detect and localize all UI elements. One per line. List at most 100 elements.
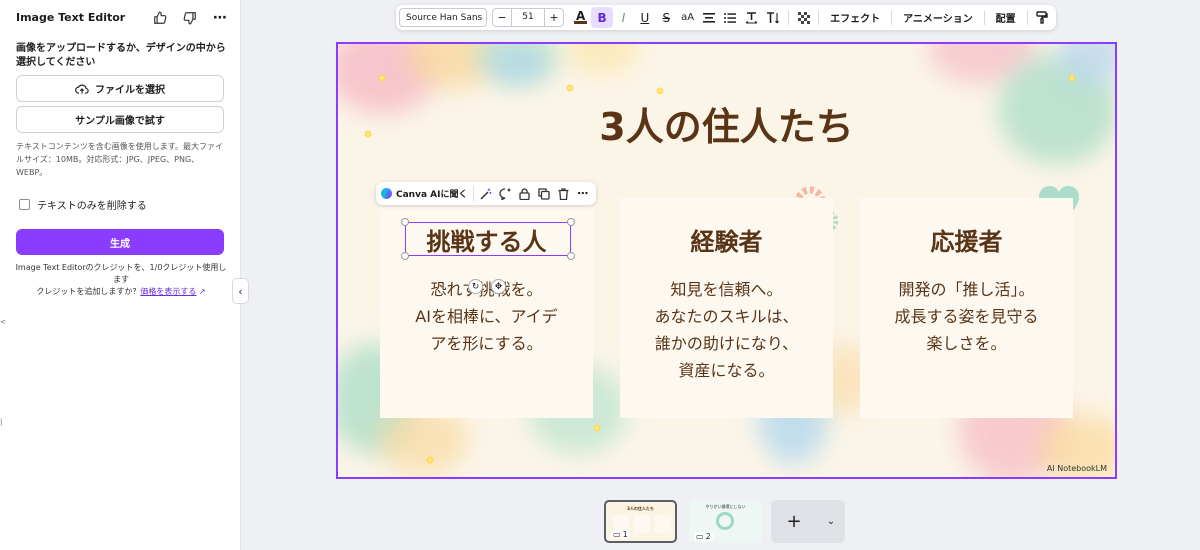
watercolor-decoration: [488, 44, 548, 84]
choose-file-button[interactable]: ファイルを選択: [16, 75, 224, 102]
page-thumbnail[interactable]: 3人の住人たち ▭ 1: [604, 500, 677, 543]
card-body[interactable]: 知見を信頼へ。 あなたのスキルは、 誰かの助けになり、 資産になる。: [620, 276, 833, 384]
card-heading[interactable]: 応援者: [860, 222, 1073, 257]
resize-handle[interactable]: [567, 252, 575, 260]
font-size-increase-button[interactable]: +: [545, 11, 563, 24]
toolbar-divider: [818, 10, 820, 25]
resize-handle[interactable]: [567, 218, 575, 226]
panel-actions: ⋯: [150, 8, 230, 28]
transparency-icon[interactable]: [793, 7, 814, 28]
text-selection-box[interactable]: [405, 222, 571, 256]
card-body[interactable]: 開発の「推し活」。 成長する姿を見守る 楽しさを。: [860, 276, 1073, 357]
collapse-panel-button[interactable]: ‹: [232, 278, 249, 304]
slide-title[interactable]: 3人の住人たち: [338, 96, 1115, 151]
sparkle-decoration: [378, 74, 386, 82]
credit-add-text: クレジットを追加しますか？: [36, 287, 141, 296]
resize-handle[interactable]: [401, 218, 409, 226]
rotate-handle[interactable]: ↻: [468, 279, 483, 294]
panel-title: Image Text Editor: [16, 11, 126, 24]
watercolor-decoration: [568, 44, 638, 74]
font-size-decrease-button[interactable]: −: [493, 11, 511, 24]
thumbnail-title: やりがい循環にしない: [705, 504, 746, 509]
card-body-line: AIを相棒に、アイデ: [415, 307, 558, 326]
strikethrough-icon[interactable]: S: [656, 7, 677, 28]
image-text-editor-panel: Image Text Editor ⋯ 画像をアップロードするか、デザインの中か…: [0, 0, 241, 550]
upload-prompt: 画像をアップロードするか、デザインの中から選択してください: [16, 43, 226, 68]
edge-fragment: <: [0, 318, 5, 326]
card-body-line: 資産になる。: [678, 361, 775, 380]
bold-icon[interactable]: B: [591, 7, 613, 28]
chevron-down-icon[interactable]: ⌄: [817, 516, 845, 527]
vertical-text-icon[interactable]: [763, 7, 784, 28]
comment-icon: ▭: [696, 532, 704, 541]
card-body-line: 恐れず挑戦を。: [430, 280, 543, 299]
more-options-icon[interactable]: ⋯: [210, 8, 230, 28]
list-icon[interactable]: [720, 7, 741, 28]
animation-button[interactable]: アニメーション: [896, 10, 980, 25]
letter-case-icon[interactable]: aA: [677, 7, 698, 28]
canva-ai-icon: [381, 188, 392, 199]
card-supporter[interactable]: 応援者 開発の「推し活」。 成長する姿を見守る 楽しさを。: [860, 198, 1073, 418]
magic-wand-icon[interactable]: [477, 184, 493, 203]
external-link-icon[interactable]: ↗: [199, 287, 206, 296]
card-experienced[interactable]: 経験者 知見を信頼へ。 あなたのスキルは、 誰かの助けになり、 資産になる。: [620, 198, 833, 418]
thumbnail-card: [655, 515, 671, 533]
plus-icon: +: [786, 511, 802, 532]
card-body-line: 誰かの助けになり、: [654, 334, 799, 353]
comment-add-icon[interactable]: [497, 184, 513, 203]
card-body-line: 成長する姿を見守る: [894, 307, 1039, 326]
thumbs-down-icon[interactable]: [180, 8, 200, 28]
card-body[interactable]: 恐れず挑戦を。 AIを相棒に、アイデ アを形にする。: [380, 276, 593, 357]
try-sample-button[interactable]: サンプル画像で試す: [16, 106, 224, 133]
font-family-select[interactable]: Source Han Sans ...: [399, 8, 487, 27]
move-handle[interactable]: ✥: [491, 279, 506, 294]
toolbar-divider: [983, 10, 985, 25]
thumbs-up-icon[interactable]: [150, 8, 170, 28]
card-heading[interactable]: 経験者: [620, 222, 833, 257]
credit-note: Image Text Editorのクレジットを、1/0クレジット使用します ク…: [14, 262, 228, 298]
thumbnail-title: 3人の住人たち: [627, 506, 654, 511]
comment-icon: ▭: [613, 530, 621, 539]
align-center-icon[interactable]: [698, 7, 719, 28]
price-link[interactable]: 価格を表示する: [140, 287, 196, 296]
position-button[interactable]: 配置: [989, 10, 1023, 25]
page-number: ▭ 2: [694, 532, 713, 541]
text-color-icon[interactable]: A: [570, 7, 591, 28]
file-requirements: テキストコンテンツを含む画像を使用します。最大ファイルサイズ：10MB。対応形式…: [16, 142, 223, 177]
text-format-toolbar: Source Han Sans ... − 51 + A B I U S aA …: [396, 5, 1056, 30]
add-page-button[interactable]: + ⌄: [771, 500, 845, 543]
more-options-icon[interactable]: ⋯: [575, 184, 591, 203]
brand-watermark: AI NotebookLM: [1046, 464, 1107, 473]
italic-icon[interactable]: I: [613, 7, 634, 28]
letter-spacing-icon[interactable]: [741, 7, 762, 28]
font-size-input[interactable]: 51: [511, 9, 545, 26]
sparkle-decoration: [656, 87, 664, 95]
underline-icon[interactable]: U: [634, 7, 655, 28]
resize-handle[interactable]: [401, 252, 409, 260]
lock-icon[interactable]: [516, 184, 532, 203]
choose-file-label: ファイルを選択: [95, 85, 165, 96]
toolbar-divider: [891, 10, 893, 25]
slide-canvas[interactable]: 3人の住人たち 挑戦する人 恐れず挑戦を。 AIを相棒に、アイデ アを形にする。…: [336, 42, 1117, 479]
remove-text-only-option[interactable]: テキストのみを削除する: [19, 197, 147, 212]
duplicate-icon[interactable]: [536, 184, 552, 203]
sparkle-decoration: [426, 456, 434, 464]
paint-roller-icon[interactable]: [1032, 7, 1053, 28]
trash-icon[interactable]: [555, 184, 571, 203]
ask-canva-ai-button[interactable]: Canva AIに聞く: [381, 186, 475, 201]
ask-canva-ai-label: Canva AIに聞く: [396, 190, 468, 200]
effects-button[interactable]: エフェクト: [823, 10, 887, 25]
sparkle-decoration: [593, 424, 601, 432]
toolbar-divider: [1026, 10, 1028, 25]
page-number: ▭ 1: [611, 530, 630, 539]
card-body-line: 楽しさを。: [926, 334, 1007, 353]
page-thumbnail[interactable]: やりがい循環にしない ▭ 2: [689, 500, 762, 543]
font-size-stepper: − 51 +: [492, 8, 564, 27]
card-body-line: 開発の「推し活」。: [898, 280, 1035, 299]
toolbar-divider: [787, 10, 789, 25]
checkbox[interactable]: [19, 199, 30, 210]
element-quick-actions: Canva AIに聞く ⋯: [376, 182, 596, 205]
thumbnail-graphic: [716, 512, 734, 530]
generate-button[interactable]: 生成: [16, 229, 224, 255]
sparkle-decoration: [1068, 74, 1076, 82]
